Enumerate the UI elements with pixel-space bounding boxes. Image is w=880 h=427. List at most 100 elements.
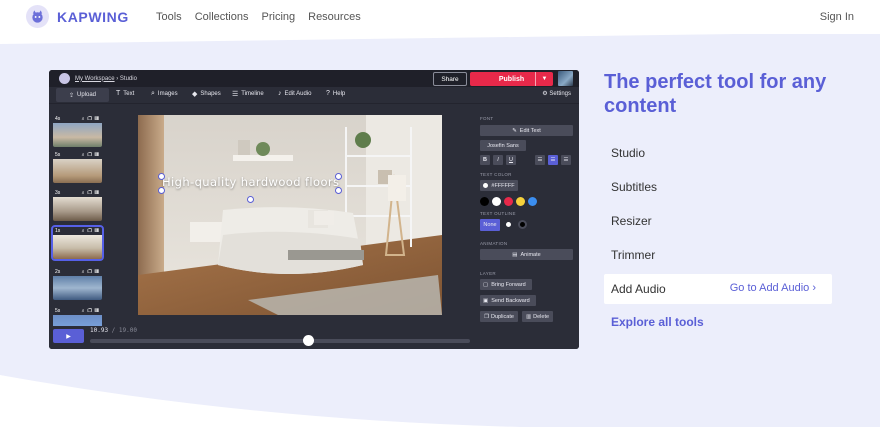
scene-actions-icon[interactable]: ⌕ ❐ ▥ [82, 190, 100, 196]
upload-icon: ⇪ [68, 92, 74, 99]
resize-handle[interactable] [158, 173, 165, 180]
play-button[interactable]: ▶ [53, 329, 84, 343]
nav-resources[interactable]: Resources [308, 11, 361, 23]
text-outline-label: TEXT OUTLINE [480, 211, 516, 216]
color-swatch-yellow[interactable] [516, 197, 525, 206]
resize-handle[interactable] [158, 187, 165, 194]
workspace-avatar [59, 73, 70, 84]
align-left-button[interactable]: ☰ [535, 155, 545, 165]
scene-actions-icon[interactable]: ⌕ ❐ ▥ [82, 152, 100, 158]
tool-list: Studio Subtitles Resizer Trimmer Add Aud… [604, 138, 832, 308]
breadcrumb-workspace[interactable]: My Workspace [75, 76, 115, 82]
send-backward-button[interactable]: ▣ Send Backward [480, 295, 536, 306]
help-tool[interactable]: ? Help [326, 90, 345, 97]
tool-item-studio[interactable]: Studio [604, 138, 832, 168]
shapes-tool[interactable]: ◆ Shapes [192, 90, 221, 98]
nav-pricing[interactable]: Pricing [262, 11, 296, 23]
font-label: FONT [480, 116, 494, 121]
chevron-down-icon[interactable]: ▼ [535, 72, 553, 86]
text-color-picker[interactable]: #FFFFFF [480, 180, 518, 191]
rotate-handle[interactable] [247, 196, 254, 203]
chevron-right-icon: › [812, 282, 816, 294]
outline-black-swatch[interactable] [518, 220, 527, 229]
bold-button[interactable]: B [480, 155, 490, 165]
nav-tools[interactable]: Tools [156, 11, 182, 23]
bring-forward-button[interactable]: ▢ Bring Forward [480, 279, 532, 290]
settings-button[interactable]: ⚙ Settings [542, 90, 571, 97]
color-swatch-white[interactable] [492, 197, 501, 206]
copy-icon: ❐ [484, 313, 489, 320]
timecode: 10.93 / 19.00 [90, 327, 137, 334]
align-right-button[interactable]: ☰ [561, 155, 571, 165]
resize-handle[interactable] [335, 173, 342, 180]
music-note-icon: ♪ [278, 90, 282, 97]
font-select[interactable]: Josefin Sans [480, 140, 526, 151]
tool-item-add-audio[interactable]: Add Audio Go to Add Audio › [604, 274, 832, 304]
text-icon: T [116, 90, 121, 97]
explore-all-tools-link[interactable]: Explore all tools [611, 315, 704, 329]
images-tool[interactable]: ⌕ Images [151, 90, 178, 98]
layer-label: LAYER [480, 271, 496, 276]
publish-label: Publish [498, 75, 525, 83]
tool-item-trimmer[interactable]: Trimmer [604, 240, 832, 270]
nav-links: Tools Collections Pricing Resources [156, 11, 374, 23]
scene-thumbnail[interactable]: 4s ⌕ ❐ ▥ [53, 115, 102, 147]
editor-toolbar: ⇪ Upload T Text ⌕ Images ◆ Shapes ☰ Timeline … [49, 87, 579, 104]
scene-actions-icon[interactable]: ⌕ ❐ ▥ [82, 228, 100, 234]
outline-none-button[interactable]: None [480, 219, 500, 231]
editor-canvas[interactable]: High-quality hardwood floors [138, 115, 442, 315]
edit-audio-tool[interactable]: ♪ Edit Audio [278, 90, 312, 97]
edit-text-button[interactable]: ✎ Edit Text [480, 125, 573, 136]
publish-button[interactable]: Publish ▼ [470, 72, 553, 86]
pencil-icon: ✎ [512, 127, 517, 134]
top-navigation: KAPWING Tools Collections Pricing Resour… [0, 0, 880, 34]
play-icon: ▶ [66, 333, 71, 340]
scene-actions-icon[interactable]: ⌕ ❐ ▥ [82, 269, 100, 275]
share-button[interactable]: Share [433, 72, 467, 86]
resize-handle[interactable] [335, 187, 342, 194]
tool-item-resizer[interactable]: Resizer [604, 206, 832, 236]
scene-thumbnail[interactable]: 5s ⌕ ❐ ▥ [53, 151, 102, 183]
bedroom-photo [138, 115, 442, 315]
hero-headline: The perfect tool for any content [604, 71, 827, 117]
scene-actions-icon[interactable]: ⌕ ❐ ▥ [82, 116, 100, 122]
timeline-bar: ▶ 10.93 / 19.00 [49, 326, 474, 349]
tool-item-subtitles[interactable]: Subtitles [604, 172, 832, 202]
go-to-add-audio-link[interactable]: Go to Add Audio › [730, 282, 816, 294]
logo-mascot-icon [26, 5, 49, 28]
sign-in-link[interactable]: Sign In [820, 11, 854, 23]
search-icon: ⌕ [151, 90, 155, 97]
kapwing-logo[interactable]: KAPWING [26, 5, 129, 28]
align-center-button[interactable]: ☰ [548, 155, 558, 165]
italic-button[interactable]: I [493, 155, 503, 165]
scene-actions-icon[interactable]: ⌕ ❐ ▥ [82, 308, 100, 314]
logo-wordmark: KAPWING [57, 8, 129, 25]
scene-thumbnail-active[interactable]: 1s ⌕ ❐ ▥ [51, 225, 104, 261]
scene-panel: 4s ⌕ ❐ ▥ 5s ⌕ ❐ ▥ 3s ⌕ ❐ ▥ 1s ⌕ ❐ ▥ 2s ⌕… [49, 104, 107, 349]
duplicate-button[interactable]: ❐ Duplicate [480, 311, 518, 322]
user-avatar[interactable] [558, 71, 573, 86]
scrubber-handle[interactable] [303, 335, 314, 346]
breadcrumb-page: Studio [119, 75, 137, 82]
color-swatch-blue[interactable] [528, 197, 537, 206]
help-icon: ? [326, 90, 330, 97]
outline-white-swatch[interactable] [504, 220, 513, 229]
timeline-icon: ☰ [232, 91, 239, 98]
upload-button[interactable]: ⇪ Upload [56, 88, 109, 102]
layer-up-icon: ▢ [483, 281, 489, 288]
layer-down-icon: ▣ [483, 297, 489, 304]
color-swatch-red[interactable] [504, 197, 513, 206]
nav-collections[interactable]: Collections [195, 11, 249, 23]
delete-button[interactable]: ▥ Delete [522, 311, 553, 322]
scene-thumbnail[interactable]: 3s ⌕ ❐ ▥ [53, 189, 102, 221]
timeline-tool[interactable]: ☰ Timeline [232, 90, 264, 98]
color-swatch-black[interactable] [480, 197, 489, 206]
animate-button[interactable]: ▤ Animate [480, 249, 573, 260]
scrubber-track[interactable] [90, 335, 470, 346]
breadcrumb: My Workspace › Studio [59, 73, 137, 84]
text-tool[interactable]: T Text [116, 90, 134, 97]
color-dot-icon [483, 183, 489, 188]
scene-thumbnail[interactable]: 2s ⌕ ❐ ▥ [53, 268, 102, 300]
canvas-text-layer[interactable]: High-quality hardwood floors [162, 175, 339, 189]
underline-button[interactable]: U [506, 155, 516, 165]
